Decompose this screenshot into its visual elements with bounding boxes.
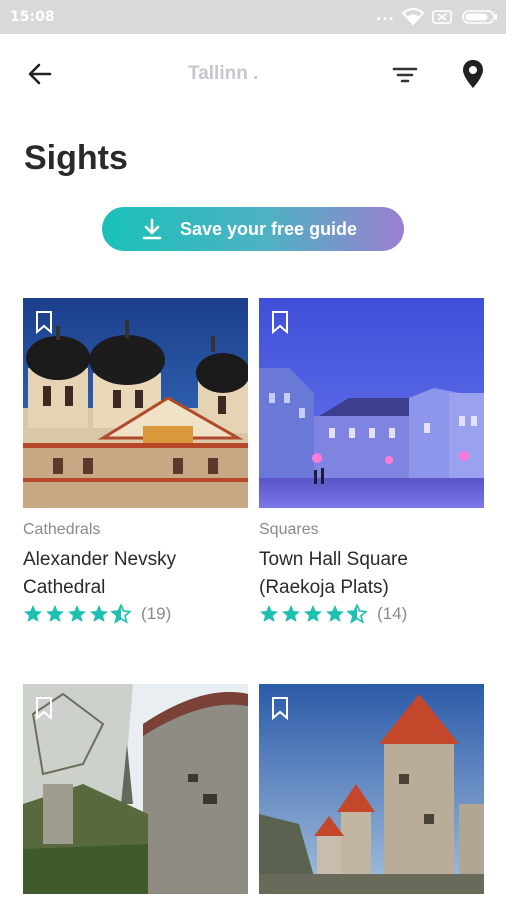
filter-icon[interactable]: [390, 60, 420, 90]
sight-category: Squares: [259, 521, 319, 538]
city-title: Tallinn .: [188, 63, 259, 84]
sight-category: Cathedrals: [23, 521, 101, 538]
star-icon: [90, 605, 108, 622]
bookmark-icon[interactable]: [271, 310, 289, 334]
star-icon: [282, 605, 300, 622]
sight-name[interactable]: Alexander Nevsky Cathedral: [23, 546, 248, 602]
cathedral-photo: [23, 298, 248, 508]
app-bar: Tallinn .: [0, 34, 506, 114]
star-icon: [46, 605, 64, 622]
city-walls-towers-photo: [259, 684, 484, 894]
download-icon: [142, 218, 162, 240]
save-guide-button[interactable]: Save your free guide: [102, 207, 404, 251]
location-pin-icon[interactable]: [460, 58, 486, 90]
status-time: 15:08: [10, 9, 55, 25]
rating-stars: (14): [259, 603, 407, 625]
save-guide-label: Save your free guide: [180, 218, 358, 239]
bookmark-icon[interactable]: [35, 310, 53, 334]
no-sim-icon: [432, 10, 452, 24]
star-icon: [326, 605, 344, 622]
wifi-icon: [402, 8, 424, 26]
half-star-icon: [111, 604, 131, 624]
rating-stars: (19): [23, 603, 171, 625]
star-icon: [68, 605, 86, 622]
half-star-icon: [347, 604, 367, 624]
sight-photo[interactable]: [259, 684, 484, 894]
sight-photo[interactable]: [23, 684, 248, 894]
bookmark-icon[interactable]: [35, 696, 53, 720]
review-count: (19): [141, 604, 172, 623]
town-hall-square-photo: [259, 298, 484, 508]
sight-name[interactable]: Town Hall Square (Raekoja Plats): [259, 546, 484, 602]
review-count: (14): [377, 604, 408, 623]
star-icon: [304, 605, 322, 622]
star-icon: [260, 605, 278, 622]
bookmark-icon[interactable]: [271, 696, 289, 720]
star-icon: [24, 605, 42, 622]
fat-margaret-tower-photo: [23, 684, 248, 894]
status-dots: ...: [376, 8, 395, 24]
page-title: Sights: [24, 139, 128, 177]
sight-photo[interactable]: [23, 298, 248, 508]
sight-photo[interactable]: [259, 298, 484, 508]
back-arrow-icon[interactable]: [24, 58, 56, 90]
status-bar: 15:08 ...: [0, 0, 506, 34]
battery-icon: [462, 10, 497, 24]
